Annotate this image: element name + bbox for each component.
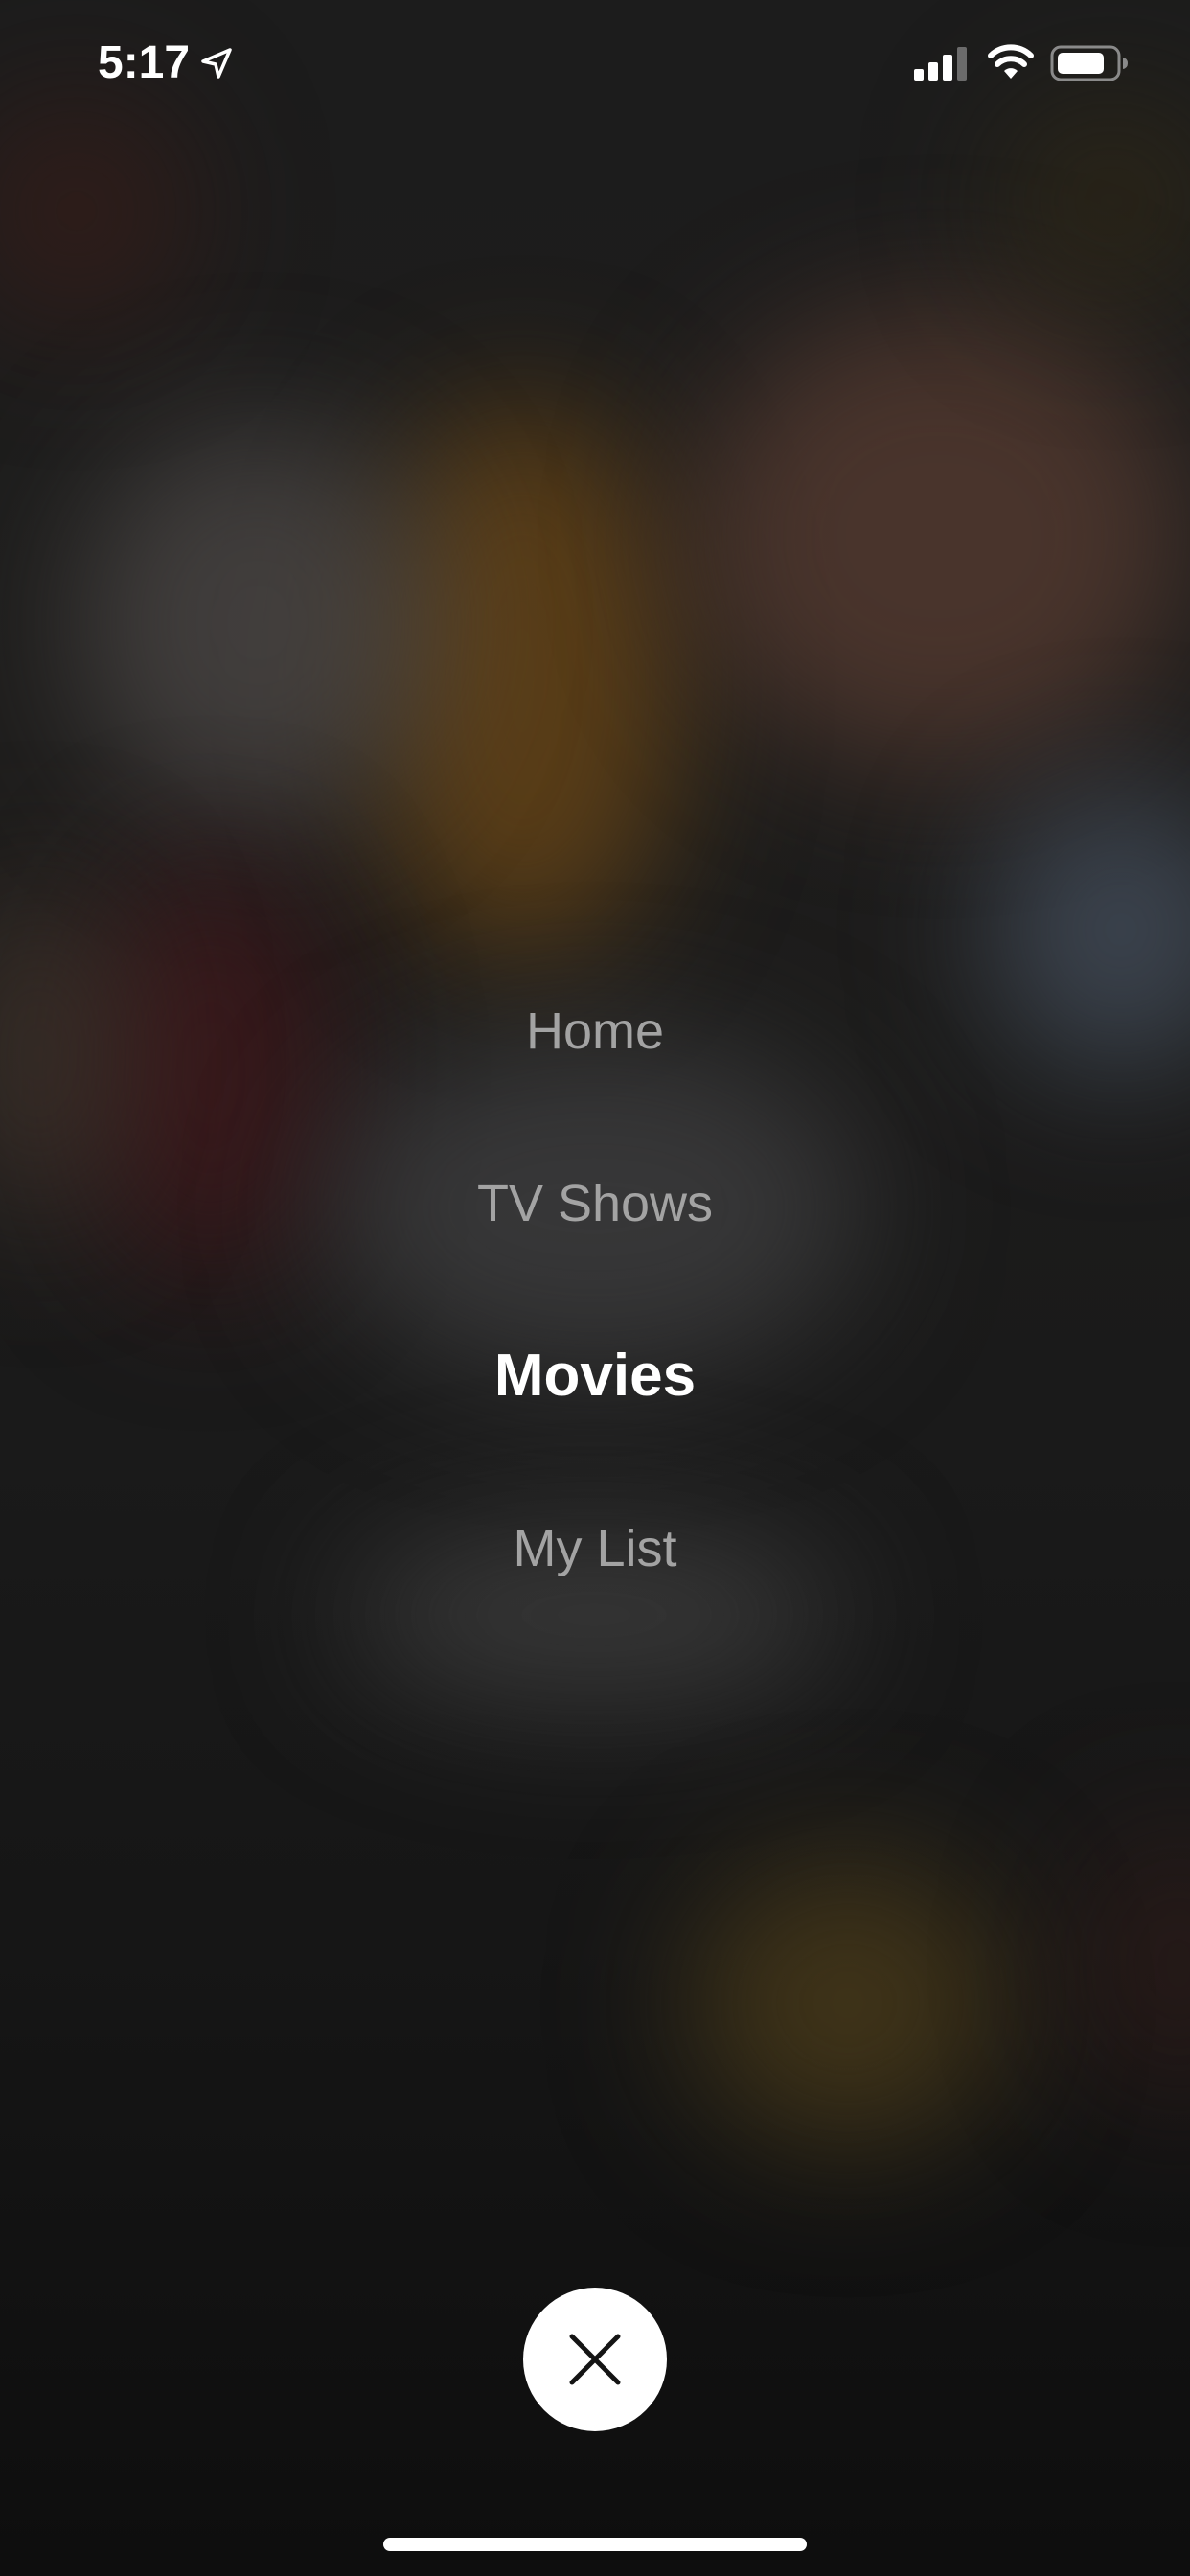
status-time: 5:17: [98, 37, 191, 88]
category-menu-screen: 5:17 Home TV Shows Movies My List: [0, 0, 1190, 2576]
status-bar: 5:17: [0, 0, 1190, 134]
battery-icon: [1050, 45, 1128, 81]
location-arrow-icon: [201, 48, 232, 79]
cellular-signal-icon: [914, 47, 967, 80]
menu-item-home[interactable]: Home: [0, 974, 1190, 1089]
close-icon: [569, 2334, 621, 2385]
menu-item-my-list[interactable]: My List: [0, 1491, 1190, 1606]
blurred-background: [0, 0, 1190, 2576]
home-indicator: [383, 2538, 807, 2551]
wifi-icon: [988, 44, 1034, 79]
menu-item-tv-shows[interactable]: TV Shows: [0, 1146, 1190, 1261]
close-button[interactable]: [523, 2288, 667, 2431]
menu-item-movies[interactable]: Movies: [0, 1319, 1190, 1434]
blurred-artwork: [1073, 1821, 1190, 2108]
blurred-artwork: [77, 422, 441, 824]
blurred-artwork: [690, 1859, 1006, 2147]
blurred-artwork: [690, 307, 1188, 767]
